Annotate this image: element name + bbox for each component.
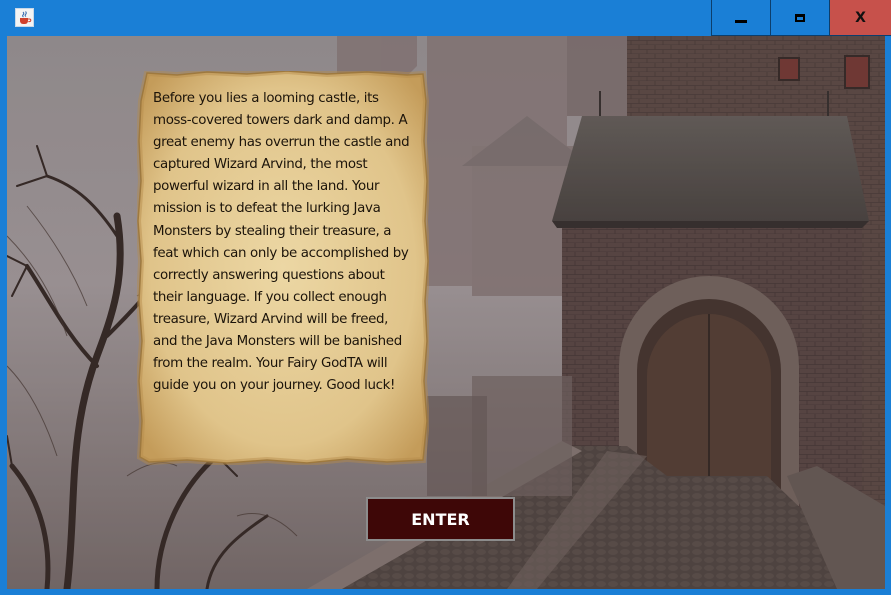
close-icon: X <box>855 9 866 26</box>
story-scroll: Before you lies a looming castle, its mo… <box>137 71 429 465</box>
enter-button[interactable]: ENTER <box>366 497 515 541</box>
maximize-icon <box>795 13 805 22</box>
minimize-icon <box>735 20 747 23</box>
story-text: Before you lies a looming castle, its mo… <box>153 91 410 394</box>
game-panel: Before you lies a looming castle, its mo… <box>7 36 885 589</box>
java-cup-icon[interactable] <box>15 8 34 27</box>
maximize-button[interactable] <box>770 0 829 36</box>
minimize-button[interactable] <box>711 0 770 36</box>
title-bar[interactable]: X <box>0 0 891 36</box>
application-window: X Before you lies a looming castle, its … <box>0 0 891 595</box>
close-button[interactable]: X <box>829 0 891 36</box>
